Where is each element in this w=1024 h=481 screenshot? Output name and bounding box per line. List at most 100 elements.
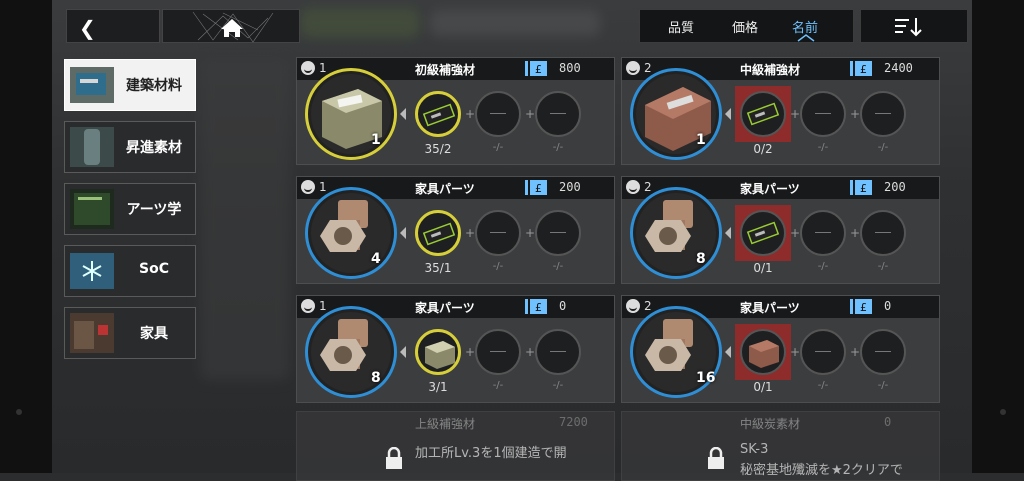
arrow-left-icon — [725, 227, 731, 239]
recipe-cost: 2400 — [884, 61, 913, 75]
material-quantity: 0/2 — [753, 142, 773, 156]
tab-quality[interactable]: 品質 — [668, 17, 694, 36]
arrow-left-icon — [400, 108, 406, 120]
recipe-cost: 200 — [884, 180, 906, 194]
product-slot[interactable] — [305, 306, 397, 398]
home-icon — [192, 11, 274, 43]
material-slot[interactable] — [800, 210, 846, 256]
lmd-icon: £ — [850, 299, 872, 314]
plus-sign: + — [525, 345, 536, 359]
recipe-cost: 200 — [559, 180, 581, 194]
recipe-card[interactable]: 1 初級補強材 £ 800 1 35/2 + -/- + -/- — [296, 57, 615, 165]
svg-text:£: £ — [535, 63, 542, 76]
empty-slot-dash — [550, 113, 566, 114]
plus-sign: + — [790, 107, 801, 121]
locked-recipe-card[interactable]: 上級補強材 7200 加工所Lv.3を1個建造で開 — [296, 411, 615, 481]
material-quantity: -/- — [492, 142, 504, 153]
material-quantity: 0/1 — [753, 261, 773, 275]
category-building-materials[interactable]: 建築材料 — [64, 59, 196, 111]
arts-studies-thumb — [70, 189, 114, 229]
recipe-name: 上級補強材 — [415, 417, 476, 431]
material-quantity: 35/2 — [424, 142, 452, 156]
recipe-card[interactable]: 2 家具パーツ £ 0 16 0/1 + -/- + -/- — [621, 295, 940, 403]
recipe-cost: 0 — [884, 299, 892, 313]
material-quantity: -/- — [492, 380, 504, 391]
material-slot[interactable] — [535, 91, 581, 137]
recipe-name: 初級補強材 — [415, 63, 476, 77]
category-soc[interactable]: SoC — [64, 245, 196, 297]
intermediate-reinforcement-icon — [749, 340, 779, 368]
product-quantity: 1 — [696, 132, 706, 148]
material-slot[interactable] — [475, 91, 521, 137]
material-slot[interactable] — [475, 329, 521, 375]
empty-slot-dash — [875, 351, 891, 352]
recipe-name: 家具パーツ — [415, 301, 475, 315]
recipe-cost: 0 — [559, 299, 567, 313]
product-slot[interactable] — [305, 187, 397, 279]
lmd-icon: £ — [525, 180, 547, 195]
product-quantity: 1 — [371, 132, 381, 148]
material-slot[interactable] — [800, 91, 846, 137]
category-label: アーツ学 — [126, 202, 182, 218]
material-quantity: 35/1 — [424, 261, 452, 275]
material-quantity: -/- — [492, 261, 504, 272]
product-slot[interactable] — [630, 68, 722, 160]
material-slot[interactable] — [860, 329, 906, 375]
recipe-cost: 7200 — [559, 415, 588, 429]
lmd-icon: £ — [525, 299, 547, 314]
unlock-condition: 加工所Lv.3を1個建造で開 — [415, 446, 567, 461]
locked-recipe-card[interactable]: 中級炭素材 0 SK-3 秘密基地殲滅を★2クリアで — [621, 411, 940, 481]
arrow-left-icon — [725, 346, 731, 358]
category-label: 昇進素材 — [126, 140, 182, 156]
recipe-card[interactable]: 2 家具パーツ £ 200 8 0/1 + -/- + -/- — [621, 176, 940, 284]
material-slot[interactable] — [800, 329, 846, 375]
chevron-up-icon — [797, 34, 815, 42]
svg-text:£: £ — [860, 63, 867, 76]
material-slot[interactable] — [415, 329, 461, 375]
lmd-icon: £ — [850, 61, 872, 76]
recipe-card[interactable]: 1 家具パーツ £ 0 8 3/1 + -/- + -/- — [296, 295, 615, 403]
empty-slot-dash — [550, 351, 566, 352]
soc-thumb — [70, 253, 114, 289]
recipe-card[interactable]: 2 中級補強材 £ 2400 1 0/2 + -/- + -/- — [621, 57, 940, 165]
material-slot[interactable] — [535, 329, 581, 375]
plus-sign: + — [850, 345, 861, 359]
product-slot[interactable] — [630, 187, 722, 279]
recipe-name: 中級補強材 — [740, 63, 801, 77]
material-quantity: -/- — [817, 142, 829, 153]
lock-icon — [386, 447, 402, 469]
furniture-parts-icon — [311, 312, 391, 392]
plus-sign: + — [790, 345, 801, 359]
material-slot[interactable] — [740, 91, 786, 137]
back-button[interactable]: ❮ — [66, 9, 160, 43]
left-frame-rail — [0, 0, 52, 473]
material-slot[interactable] — [475, 210, 521, 256]
category-label: 建築材料 — [126, 78, 182, 94]
material-quantity: -/- — [877, 142, 889, 153]
sort-order-button[interactable] — [860, 9, 968, 43]
category-furniture[interactable]: 家具 — [64, 307, 196, 359]
recipe-name: 家具パーツ — [415, 182, 475, 196]
recipe-name: 中級炭素材 — [740, 417, 801, 431]
category-arts-studies[interactable]: アーツ学 — [64, 183, 196, 235]
material-slot[interactable] — [860, 91, 906, 137]
material-slot[interactable] — [740, 210, 786, 256]
sort-descending-icon — [895, 18, 922, 37]
recipe-card[interactable]: 1 家具パーツ £ 200 4 35/1 + -/- + -/- — [296, 176, 615, 284]
material-slot[interactable] — [860, 210, 906, 256]
tab-price[interactable]: 価格 — [732, 17, 758, 36]
empty-slot-dash — [490, 351, 506, 352]
empty-slot-dash — [815, 113, 831, 114]
arrow-left-icon — [400, 346, 406, 358]
material-slot[interactable] — [740, 329, 786, 375]
category-promotion-materials[interactable]: 昇進素材 — [64, 121, 196, 173]
plus-sign: + — [850, 226, 861, 240]
empty-slot-dash — [815, 351, 831, 352]
material-slot[interactable] — [415, 91, 461, 137]
material-slot[interactable] — [415, 210, 461, 256]
home-button[interactable] — [162, 9, 300, 43]
product-slot[interactable] — [305, 68, 397, 160]
product-quantity: 8 — [696, 251, 706, 267]
material-slot[interactable] — [535, 210, 581, 256]
empty-slot-dash — [875, 113, 891, 114]
